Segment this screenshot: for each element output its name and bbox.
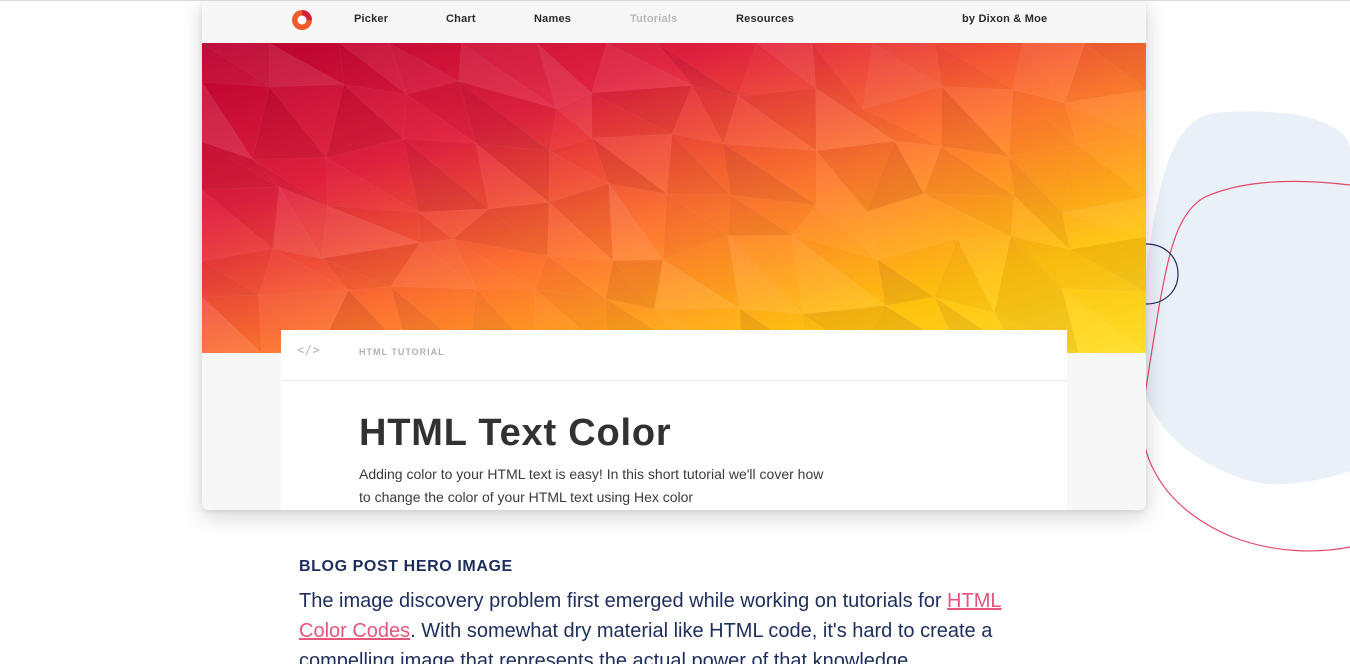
nav-link-names[interactable]: Names xyxy=(534,13,571,25)
low-poly-gradient-art xyxy=(202,43,1146,353)
screenshot-card: Picker Chart Names Tutorials Resources b… xyxy=(202,1,1146,510)
top-navigation: Picker Chart Names Tutorials Resources b… xyxy=(202,1,1146,43)
blue-blob-shape xyxy=(1140,111,1350,485)
article-header: </> HTML TUTORIAL xyxy=(281,330,1067,381)
article-intro: Adding color to your HTML text is easy! … xyxy=(359,466,824,505)
nav-link-chart[interactable]: Chart xyxy=(446,13,476,25)
nav-link-tutorials[interactable]: Tutorials xyxy=(630,13,677,25)
color-wheel-logo-icon[interactable] xyxy=(291,9,313,31)
code-brackets-icon: </> xyxy=(297,343,321,357)
nav-link-picker[interactable]: Picker xyxy=(354,13,388,25)
section-body: The image discovery problem first emerge… xyxy=(299,586,1039,664)
article-title: HTML Text Color xyxy=(359,412,672,454)
nav-byline-link[interactable]: by Dixon & Moe xyxy=(962,13,1047,25)
body-text-before: The image discovery problem first emerge… xyxy=(299,590,948,612)
section-heading: BLOG POST HERO IMAGE xyxy=(299,558,513,575)
article-card: </> HTML TUTORIAL HTML Text Color Adding… xyxy=(281,330,1067,510)
hero-image xyxy=(202,43,1146,353)
article-category[interactable]: HTML TUTORIAL xyxy=(359,347,445,357)
nav-link-resources[interactable]: Resources xyxy=(736,13,794,25)
page: Picker Chart Names Tutorials Resources b… xyxy=(0,0,1350,664)
